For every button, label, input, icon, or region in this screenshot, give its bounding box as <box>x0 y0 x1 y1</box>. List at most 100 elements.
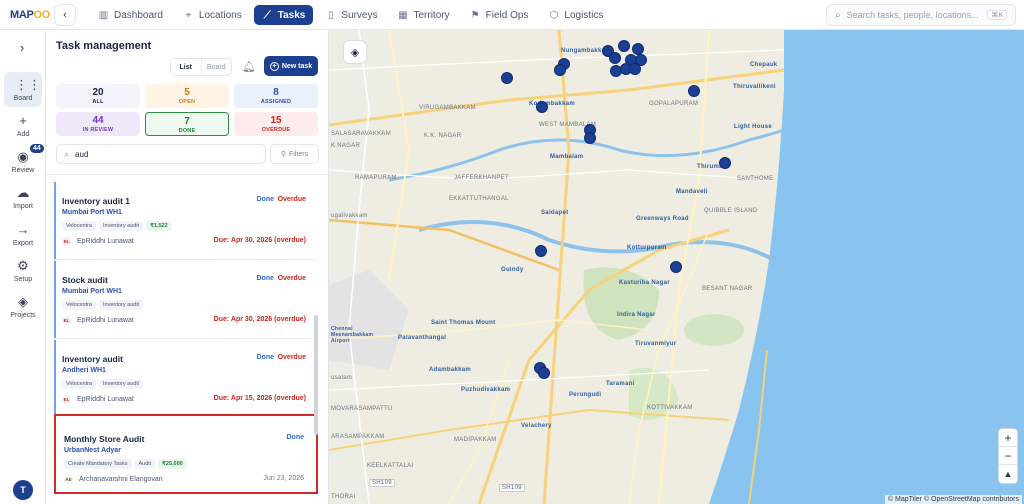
search-shortcut: ⌘K <box>987 10 1007 20</box>
task-tag: Inventory audit <box>99 300 144 310</box>
task-tag: Velocentra <box>62 300 96 310</box>
rail-item-review[interactable]: ◉ Review 44 <box>4 144 44 174</box>
user-avatar[interactable]: T <box>13 480 33 500</box>
bell-icon[interactable]: 🔔︎ <box>242 60 256 73</box>
map-attribution[interactable]: © MapTiler © OpenStreetMap contributors <box>884 495 1022 504</box>
map-pin[interactable] <box>609 52 621 64</box>
map-label: RAMAPURAM <box>355 175 397 181</box>
task-tags: Velocentra Inventory audit <box>62 379 146 389</box>
task-tag: Inventory audit <box>99 379 144 389</box>
task-location: UrbanNest Adyar <box>64 447 121 454</box>
app-logo[interactable]: MAPOO <box>10 9 50 21</box>
map-layers-button[interactable]: ◈ <box>343 40 367 64</box>
view-board-button[interactable]: Board <box>202 59 232 75</box>
map-pin[interactable] <box>501 72 513 84</box>
compass-icon[interactable]: ▲ <box>999 465 1017 483</box>
map-label: Chepauk <box>750 62 778 68</box>
view-list-button[interactable]: List <box>171 59 202 75</box>
map-label: SH109 <box>499 484 525 492</box>
map-label: KEELKATTALAI <box>367 463 414 469</box>
rail-item-projects[interactable]: ◈ Projects <box>4 294 42 320</box>
map-label: SANTHOME <box>737 176 774 182</box>
stat-all[interactable]: 20 ALL <box>56 84 140 108</box>
map-pin[interactable] <box>629 63 641 75</box>
layers-icon: ◈ <box>18 294 28 309</box>
map-label: Mandaveli <box>676 189 708 195</box>
map-pin[interactable] <box>535 245 547 257</box>
tab-territory[interactable]: ▦ Territory <box>389 5 457 25</box>
panel-divider <box>46 174 328 175</box>
task-card-selected[interactable]: Monthly Store Audit Done UrbanNest Adyar… <box>54 414 318 494</box>
tab-field-ops[interactable]: ⚑ Field Ops <box>462 5 537 25</box>
map-pin[interactable] <box>538 367 550 379</box>
global-search-input[interactable]: ⌕ Search tasks, people, locations... ⌘K <box>826 4 1016 26</box>
zoom-out-button[interactable]: − <box>999 447 1017 465</box>
map-pin[interactable] <box>618 40 630 52</box>
map-pin[interactable] <box>584 132 596 144</box>
expand-sidebar-button[interactable]: › <box>12 40 32 55</box>
task-tag: Inventory audit <box>99 221 144 231</box>
grid-icon: ⋮⋮ <box>15 77 41 92</box>
tab-surveys[interactable]: ▯ Surveys <box>317 5 385 25</box>
task-tags: Velocentra Inventory audit <box>62 300 146 310</box>
tab-dashboard[interactable]: ▥ Dashboard <box>90 5 171 25</box>
search-icon: ⌕ <box>835 9 841 21</box>
map-label: ARASAMPAKKAM <box>331 434 385 440</box>
stat-in-review[interactable]: 44 IN REVIEW <box>56 112 140 136</box>
map-pin[interactable] <box>610 65 622 77</box>
task-card-accent <box>54 340 56 417</box>
map-label: JAFFERKHANPET <box>454 175 509 181</box>
stat-overdue[interactable]: 15 OVERDUE <box>234 112 318 136</box>
task-amount: ₹25,000 <box>158 459 187 469</box>
task-title: Inventory audit <box>62 354 123 364</box>
tab-tasks[interactable]: ⟋ Tasks <box>253 5 314 25</box>
map-pin[interactable] <box>670 261 682 273</box>
stat-assigned[interactable]: 8 ASSIGNED <box>234 84 318 108</box>
stat-done[interactable]: 7 DONE <box>145 112 229 136</box>
map-label: KOTTIVAKKAM <box>647 405 693 411</box>
assignee-avatar: AE <box>64 475 73 484</box>
task-assignee: EL EpRiddhi Lunawat <box>62 237 134 246</box>
tab-logistics[interactable]: ⬡ Logistics <box>540 5 611 25</box>
task-card[interactable]: Inventory audit Done Overdue Andheri WH1… <box>54 340 318 418</box>
rail-item-import[interactable]: ☁ Import <box>4 186 42 211</box>
map-label: Greenways Road <box>636 216 689 222</box>
map-label: Palavanthangal <box>398 335 447 341</box>
map-label: MOVARASAMPATTU <box>331 406 393 412</box>
flag-icon: ⚑ <box>470 9 480 21</box>
task-tags: Velocentra Inventory audit ₹1,522 <box>62 221 175 231</box>
rail-item-setup[interactable]: ⚙ Setup <box>4 259 42 284</box>
task-search-input[interactable]: ⌕ aud <box>56 144 266 164</box>
task-tag: Velocentra <box>62 379 96 389</box>
filters-button[interactable]: ⚲ Filters <box>270 144 319 164</box>
task-tag: Audit <box>134 459 156 469</box>
rail-item-board[interactable]: ⋮⋮ Board <box>4 72 42 107</box>
task-due-date: Due: Apr 30, 2026 (overdue) <box>213 237 306 244</box>
assignee-avatar: EL <box>62 395 71 404</box>
back-button[interactable]: ‹ <box>54 4 76 26</box>
task-card[interactable]: Inventory audit 1 Done Overdue Mumbai Po… <box>54 182 318 260</box>
task-list-scrollbar[interactable] <box>314 315 318 435</box>
zoom-controls: + − ▲ <box>998 428 1018 484</box>
rail-item-export[interactable]: → Export <box>4 223 42 248</box>
map-pin[interactable] <box>536 101 548 113</box>
map-pin[interactable] <box>719 157 731 169</box>
map-view[interactable]: ◈ Nungambakkam Chepauk Thiruvallikeni VI… <box>329 30 1024 504</box>
rail-item-add[interactable]: + Add <box>4 114 42 139</box>
map-label: Chennai Meenambakkam Airport <box>331 326 374 344</box>
location-pin-icon: ⌖ <box>185 9 192 21</box>
map-pin[interactable] <box>688 85 700 97</box>
plus-circle-icon: + <box>269 61 279 71</box>
task-card[interactable]: Stock audit Done Overdue Mumbai Port WH1… <box>54 261 318 339</box>
assignee-avatar: EL <box>62 316 71 325</box>
main-nav: ▥ Dashboard ⌖ Locations ⟋ Tasks ▯ Surveys ▦ T… <box>90 5 615 25</box>
zoom-in-button[interactable]: + <box>999 429 1017 447</box>
map-label: THORAI <box>331 494 356 500</box>
tab-locations[interactable]: ⌖ Locations <box>175 5 250 25</box>
task-tag: Create Mandatory Tasks <box>64 459 132 469</box>
stat-open[interactable]: 5 OPEN <box>145 84 229 108</box>
map-pin[interactable] <box>554 64 566 76</box>
task-due-date: Due: Apr 30, 2026 (overdue) <box>213 316 306 323</box>
new-task-button[interactable]: + New task <box>264 56 318 76</box>
overdue-badge: Overdue <box>277 275 306 282</box>
